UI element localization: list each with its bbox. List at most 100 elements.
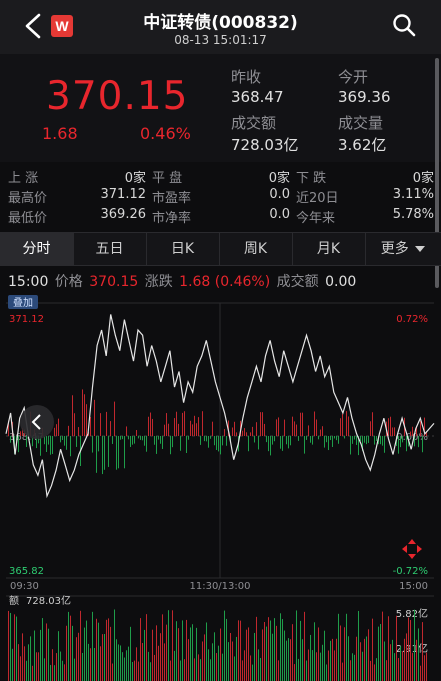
volume-bar bbox=[190, 627, 191, 681]
volume-bar bbox=[36, 652, 37, 681]
flow-bar bbox=[110, 421, 111, 436]
tab-intraday[interactable]: 分时 bbox=[0, 233, 74, 265]
volume-bar bbox=[106, 619, 107, 681]
flow-bar bbox=[322, 426, 323, 436]
flow-bar bbox=[388, 418, 389, 436]
volume-bar bbox=[262, 629, 263, 681]
flow-bar bbox=[312, 436, 313, 445]
volume-bar bbox=[112, 663, 113, 681]
flow-bar bbox=[74, 413, 75, 436]
volume-bar bbox=[172, 610, 173, 681]
flow-bar bbox=[128, 436, 129, 440]
tab-five-day[interactable]: 五日 bbox=[73, 233, 147, 265]
flow-bar bbox=[92, 436, 93, 453]
volume-bar bbox=[394, 653, 395, 681]
volume-bar bbox=[328, 650, 329, 681]
volume-bar bbox=[372, 618, 373, 681]
volume-bar bbox=[358, 610, 359, 681]
volume-bar bbox=[268, 617, 269, 681]
flow-bar bbox=[288, 436, 289, 449]
volume-bar bbox=[308, 649, 309, 681]
tab-weekly-k[interactable]: 周K bbox=[219, 233, 293, 265]
volume-bar bbox=[408, 617, 409, 681]
flow-bar bbox=[422, 436, 423, 453]
up-count-value: 0家 bbox=[124, 171, 146, 186]
tab-monthly-k[interactable]: 月K bbox=[292, 233, 366, 265]
flow-bar bbox=[184, 411, 185, 436]
volume-bar bbox=[404, 638, 405, 681]
flow-bar bbox=[366, 436, 367, 445]
volume-bar bbox=[390, 644, 391, 681]
flow-bar bbox=[374, 436, 375, 445]
flow-bar bbox=[410, 431, 411, 436]
flow-bar bbox=[194, 415, 195, 436]
volume-bar bbox=[240, 620, 241, 681]
volume-bar bbox=[258, 649, 259, 681]
open-label: 今开 bbox=[338, 68, 369, 86]
search-icon[interactable] bbox=[392, 13, 416, 37]
volume-bar bbox=[38, 652, 39, 681]
volume-bar bbox=[384, 641, 385, 681]
volume-bar bbox=[424, 655, 425, 681]
flow-bar bbox=[172, 436, 173, 448]
flow-bar bbox=[272, 436, 273, 445]
volume-bar bbox=[402, 651, 403, 681]
volume-bar bbox=[324, 630, 325, 681]
volume-axis-top: 5.82亿 bbox=[396, 607, 428, 620]
axis-bottom-price: 365.82 bbox=[9, 566, 44, 577]
axis-bottom-pct: -0.72% bbox=[393, 566, 428, 577]
flow-bar bbox=[256, 422, 257, 436]
flow-bar bbox=[54, 427, 55, 436]
chart-left-button[interactable] bbox=[20, 405, 54, 439]
volume-bar bbox=[96, 618, 97, 681]
flow-bar bbox=[226, 436, 227, 446]
volume-bar bbox=[318, 627, 319, 681]
volume-bar bbox=[192, 624, 193, 681]
volume-bar bbox=[124, 657, 125, 681]
flow-bar bbox=[286, 436, 287, 445]
flow-bar bbox=[174, 418, 175, 436]
price-change-pct: 0.46% bbox=[140, 124, 191, 143]
volume-bar bbox=[182, 620, 183, 681]
volume-bar bbox=[142, 642, 143, 681]
volume-bar bbox=[378, 626, 379, 681]
volume-bar bbox=[138, 661, 139, 681]
volume-bar bbox=[218, 645, 219, 681]
flow-bar bbox=[300, 412, 301, 436]
flow-bar bbox=[336, 436, 337, 441]
volume-bar bbox=[78, 632, 79, 681]
volume-bar bbox=[44, 658, 45, 681]
volume-total: 728.03亿 bbox=[26, 594, 71, 607]
flow-bar bbox=[134, 436, 135, 444]
ytd-label: 今年来 bbox=[296, 211, 336, 226]
volume-bar bbox=[302, 639, 303, 681]
flow-bar bbox=[192, 424, 193, 436]
flow-bar bbox=[390, 416, 391, 436]
volume-bar bbox=[274, 618, 275, 681]
flow-bar bbox=[260, 412, 261, 436]
update-timestamp: 08-13 15:01:17 bbox=[174, 33, 267, 47]
period-tabs: 分时 五日 日K 周K 月K 更多 bbox=[0, 232, 441, 266]
flow-bar bbox=[166, 413, 167, 436]
volume-bar bbox=[88, 643, 89, 681]
flow-bar bbox=[86, 404, 87, 436]
volume-bar bbox=[20, 656, 21, 681]
flow-bar bbox=[284, 419, 285, 436]
intraday-chart[interactable]: 叠加 371.12 0.72% 368.47 0.00% 365.82 -0.7… bbox=[0, 291, 441, 681]
tab-daily-k[interactable]: 日K bbox=[146, 233, 220, 265]
flow-bar bbox=[182, 412, 183, 436]
flow-bar bbox=[46, 436, 47, 453]
flow-bar bbox=[266, 436, 267, 443]
volume-bar bbox=[118, 644, 119, 681]
volume-bar bbox=[164, 643, 165, 681]
tab-more[interactable]: 更多 bbox=[365, 233, 441, 265]
flow-bar bbox=[170, 436, 171, 455]
flow-bar bbox=[224, 429, 225, 436]
price-change: 1.68 bbox=[42, 124, 78, 143]
flow-bar bbox=[398, 436, 399, 454]
flow-bar bbox=[220, 436, 221, 455]
volume-bar bbox=[162, 614, 163, 681]
flow-bar bbox=[132, 436, 133, 445]
flow-bar bbox=[262, 412, 263, 436]
flow-bar bbox=[222, 436, 223, 446]
